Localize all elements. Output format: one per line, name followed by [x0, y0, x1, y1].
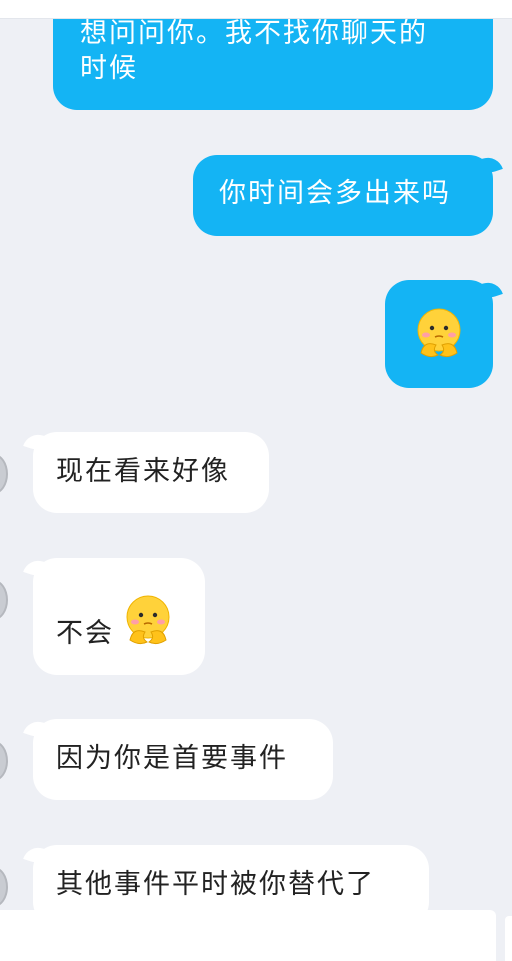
input-bar-button-edge[interactable]: [505, 916, 512, 961]
thinking-face-emoji-icon: [126, 595, 170, 645]
contact-avatar[interactable]: [0, 580, 8, 620]
chat-message-list: 想问问你。我不找你聊天的 时候 你时间会多出来吗 现在看来好像 不会 因为你是首…: [0, 0, 512, 961]
outgoing-sticker-bubble[interactable]: [385, 280, 493, 388]
message-text: 你时间会多出来吗: [219, 178, 451, 209]
contact-avatar[interactable]: [0, 867, 8, 907]
message-text: 不会: [56, 618, 114, 649]
outgoing-message-bubble[interactable]: 你时间会多出来吗: [193, 155, 493, 236]
incoming-message-bubble[interactable]: 现在看来好像: [33, 432, 269, 513]
contact-avatar[interactable]: [0, 741, 8, 781]
message-text-line: 想问问你。我不找你聊天的: [80, 18, 428, 49]
message-text: 其他事件平时被你替代了: [56, 869, 375, 900]
top-bar-edge: [0, 0, 512, 19]
thinking-face-emoji-icon: [417, 308, 461, 358]
incoming-message-bubble[interactable]: 不会: [33, 558, 205, 675]
message-input-field[interactable]: [0, 910, 496, 961]
contact-avatar[interactable]: [0, 454, 8, 494]
incoming-message-bubble[interactable]: 因为你是首要事件: [33, 719, 333, 800]
message-text: 因为你是首要事件: [56, 743, 288, 774]
message-text: 现在看来好像: [56, 456, 230, 487]
message-input-bar: [0, 910, 512, 961]
message-text-line: 时候: [80, 53, 138, 84]
